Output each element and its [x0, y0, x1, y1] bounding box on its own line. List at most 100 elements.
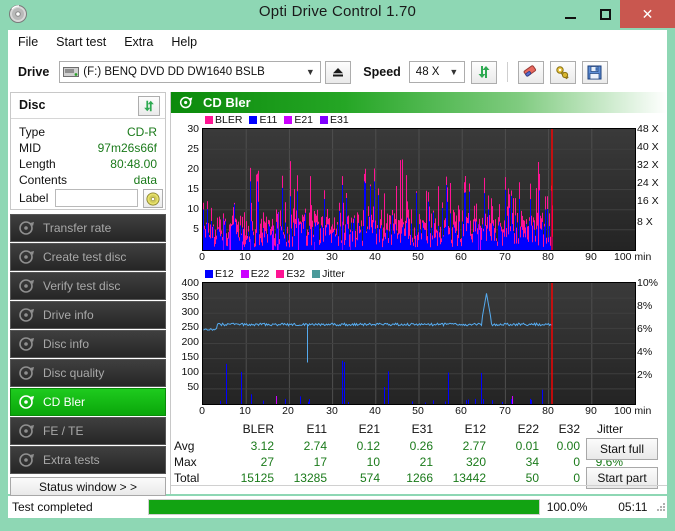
sidebar-item-fe-te[interactable]: FE / TE: [10, 417, 166, 445]
toolbar-separator: [506, 62, 508, 82]
refresh-arrows-icon: [478, 66, 490, 78]
jitter-ytick: 50: [187, 381, 199, 393]
bler-y2tick: 8 X: [637, 216, 653, 228]
bler-xtick: 70: [499, 251, 511, 263]
resize-grip-icon[interactable]: [655, 501, 667, 513]
menu-item-start-test[interactable]: Start test: [47, 33, 115, 51]
bler-xtick: 20: [282, 251, 294, 263]
sidebar-item-drive-info[interactable]: Drive info: [10, 301, 166, 329]
jitter-xtick: 80: [542, 405, 554, 417]
stats-cell: 0: [573, 455, 580, 469]
stats-row-label: Total: [174, 471, 200, 485]
toolbar: Drive (F:) BENQ DVD DD DW1640 BSLB ▼ Spe…: [8, 52, 667, 92]
disc-info-panel: Disc Type CD-R MID 97m26s66f Length 80:4…: [10, 92, 166, 210]
erase-button[interactable]: [517, 60, 544, 84]
progress-bar: [147, 499, 540, 515]
sidebar-item-disc-quality[interactable]: Disc quality: [10, 359, 166, 387]
sidebar-item-transfer-rate[interactable]: Transfer rate: [10, 214, 166, 242]
stats-col-header: E12: [464, 422, 486, 436]
jitter-ytick: 300: [181, 306, 199, 318]
disc-panel-title: Disc: [19, 98, 46, 112]
legend-swatch: [312, 270, 321, 278]
stats-row-label: Avg: [174, 439, 195, 453]
stats-cell: 2.77: [462, 439, 486, 453]
sidebar-item-create-test-disc[interactable]: Create test disc: [10, 243, 166, 271]
bler-xtick: 90: [585, 251, 597, 263]
speed-select[interactable]: 48 X ▼: [408, 61, 465, 83]
eraser-icon: [523, 64, 537, 77]
disc-row-label: Type: [19, 125, 46, 139]
disc-row-label: Length: [19, 157, 56, 171]
legend-swatch: [320, 116, 329, 124]
sidebar-item-label: Extra tests: [43, 453, 100, 467]
menu-item-extra[interactable]: Extra: [115, 33, 162, 51]
legend-swatch: [276, 270, 285, 278]
legend-entry-e31: E31: [320, 114, 349, 126]
maximize-button[interactable]: [590, 0, 620, 28]
disc-label-input[interactable]: [55, 189, 138, 207]
disc-row-length: Length 80:48.00: [11, 157, 165, 172]
stats-col-header: BLER: [242, 422, 274, 436]
stats-cell: 0: [573, 471, 580, 485]
stats-cell: 27: [260, 455, 274, 469]
legend-swatch: [284, 116, 293, 124]
stats-cell: 0.12: [356, 439, 380, 453]
disc-panel-header: Disc: [11, 93, 165, 119]
sidebar-item-verify-test-disc[interactable]: Verify test disc: [10, 272, 166, 300]
legend-label: E11: [259, 114, 278, 126]
stats-cell: 2.74: [303, 439, 327, 453]
drive-icon: [63, 65, 80, 79]
disc-label-button[interactable]: [143, 189, 163, 208]
menu-item-help[interactable]: Help: [162, 33, 206, 51]
stats-cell: 320: [465, 455, 486, 469]
stats-col-header: E32: [558, 422, 580, 436]
bler-y2tick: 48 X: [637, 123, 659, 135]
legend-entry-e21: E21: [284, 114, 313, 126]
legend-entry-e11: E11: [249, 114, 277, 126]
sidebar-item-label: FE / TE: [43, 424, 84, 438]
close-button[interactable]: ✕: [620, 0, 675, 28]
progress-percent: 100.0%: [546, 500, 588, 514]
sidebar-item-label: Verify test disc: [43, 279, 121, 293]
sidebar-item-label: CD Bler: [43, 395, 86, 409]
sidebar-item-cd-bler[interactable]: CD Bler: [10, 388, 166, 416]
start-full-button[interactable]: Start full: [586, 438, 658, 460]
bler-xtick: 50: [412, 251, 424, 263]
speed-label: Speed: [363, 65, 401, 79]
panel-header: CD Bler: [171, 92, 667, 113]
bler-xtick: 0: [199, 251, 205, 263]
disc-gear-icon: [18, 393, 36, 411]
bler-ytick: 15: [187, 183, 199, 195]
minimize-button[interactable]: [555, 0, 585, 28]
legend-label: E21: [294, 114, 314, 126]
sidebar-item-disc-info[interactable]: Disc info: [10, 330, 166, 358]
legend-swatch: [205, 270, 213, 278]
bler-chart-legend: BLER E11 E21 E31: [205, 114, 356, 126]
jitter-xtick: 40: [369, 405, 381, 417]
disc-label-row: Label: [19, 189, 163, 208]
disc-gear-icon: [18, 248, 36, 266]
status-bar: Test completed 100.0% 05:11: [8, 496, 667, 518]
chevron-down-icon[interactable]: ▼: [447, 62, 461, 82]
stats-row-label: Max: [174, 455, 197, 469]
status-window-button[interactable]: Status window > >: [10, 477, 166, 496]
content-panel: CD Bler BLER E11 E21 E31 30 25 20 15 10 …: [170, 92, 667, 494]
eject-button[interactable]: [325, 60, 352, 84]
tools-button[interactable]: [549, 60, 576, 84]
drive-select[interactable]: (F:) BENQ DVD DD DW1640 BSLB ▼: [59, 61, 322, 83]
jitter-ytick: 250: [181, 321, 199, 333]
save-button[interactable]: [581, 60, 608, 84]
sidebar-item-extra-tests[interactable]: Extra tests: [10, 446, 166, 474]
bler-chart: BLER E11 E21 E31 30 25 20 15 10 5 48 X 4…: [171, 114, 667, 264]
menu-item-file[interactable]: File: [9, 33, 47, 51]
jitter-xtick: 20: [282, 405, 294, 417]
bler-ytick: 20: [187, 163, 199, 175]
bler-y2tick: 32 X: [637, 159, 659, 171]
jitter-ytick: 150: [181, 351, 199, 363]
refresh-button[interactable]: [470, 60, 497, 84]
jitter-ytick: 100: [181, 366, 199, 378]
disc-gear-icon: [179, 95, 194, 110]
legend-entry-e32: E32: [276, 268, 305, 280]
chevron-down-icon[interactable]: ▼: [303, 62, 317, 82]
disc-refresh-button[interactable]: [138, 96, 160, 116]
